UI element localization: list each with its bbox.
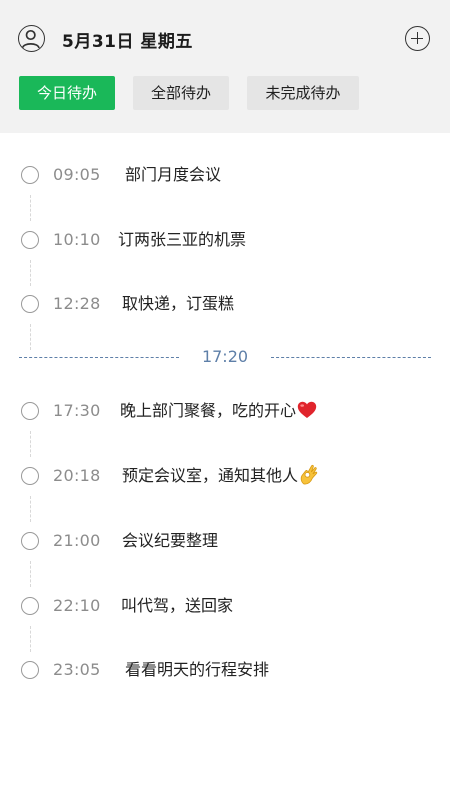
timeline-connector <box>29 561 31 587</box>
todo-text: 叫代驾，送回家 <box>121 596 234 615</box>
timeline-connector <box>29 260 31 286</box>
timeline-connector <box>29 324 31 350</box>
date-title: 5月31日 星期五 <box>62 32 193 52</box>
user-profile-icon[interactable] <box>18 25 45 52</box>
todo-text-wrap: 晚上部门聚餐，吃的开心 <box>120 391 317 431</box>
todo-checkbox[interactable] <box>21 402 39 420</box>
red-heart-icon <box>297 401 317 418</box>
todo-time: 21:00 <box>53 531 101 550</box>
todo-item[interactable]: 09:05 部门月度会议 <box>0 155 450 195</box>
todo-timeline: 09:05 部门月度会议 10:10 订两张三亚的机票 12:28 取快递，订蛋… <box>0 133 450 800</box>
todo-text: 订两张三亚的机票 <box>118 230 247 249</box>
todo-checkbox[interactable] <box>21 532 39 550</box>
todo-text: 取快递，订蛋糕 <box>122 294 235 313</box>
ok-hand-icon <box>300 464 318 485</box>
current-time-label: 17:20 <box>201 347 249 366</box>
todo-item[interactable]: 17:30 晚上部门聚餐，吃的开心 <box>0 391 450 431</box>
timeline-connector <box>29 431 31 457</box>
todo-time: 10:10 <box>53 230 101 249</box>
todo-item[interactable]: 12:28 取快递，订蛋糕 <box>0 284 450 324</box>
todo-item[interactable]: 22:10 叫代驾，送回家 <box>0 586 450 626</box>
todo-time: 09:05 <box>53 165 101 184</box>
current-time-divider-right <box>271 357 431 358</box>
todo-time: 17:30 <box>53 401 101 420</box>
todo-item[interactable]: 20:18 预定会议室，通知其他人 <box>0 456 450 496</box>
timeline-connector <box>29 496 31 522</box>
todo-time: 23:05 <box>53 660 101 679</box>
timeline-connector <box>29 195 31 221</box>
todo-checkbox[interactable] <box>21 231 39 249</box>
todo-item[interactable]: 10:10 订两张三亚的机票 <box>0 220 450 260</box>
todo-checkbox[interactable] <box>21 661 39 679</box>
todo-time: 20:18 <box>53 466 101 485</box>
todo-checkbox[interactable] <box>21 295 39 313</box>
tab-today-todos[interactable]: 今日待办 <box>19 76 115 110</box>
todo-text: 会议纪要整理 <box>122 531 219 550</box>
todo-text: 部门月度会议 <box>125 165 222 184</box>
timeline-connector <box>29 626 31 652</box>
tab-unfinished-todos[interactable]: 未完成待办 <box>247 76 359 110</box>
todo-item[interactable]: 21:00 会议纪要整理 <box>0 521 450 561</box>
header-bar: 5月31日 星期五 今日待办 全部待办 未完成待办 <box>0 0 450 133</box>
todo-text: 晚上部门聚餐，吃的开心 <box>120 401 297 420</box>
todo-checkbox[interactable] <box>21 467 39 485</box>
todo-text-wrap: 预定会议室，通知其他人 <box>122 456 319 496</box>
todo-text: 预定会议室，通知其他人 <box>122 466 299 485</box>
todo-checkbox[interactable] <box>21 166 39 184</box>
todo-text: 看看明天的行程安排 <box>125 660 270 679</box>
add-todo-plus-icon[interactable] <box>405 26 430 51</box>
current-time-divider-left <box>19 357 179 358</box>
todo-item[interactable]: 23:05 看看明天的行程安排 <box>0 650 450 690</box>
todo-time: 12:28 <box>53 294 101 313</box>
todo-time: 22:10 <box>53 596 101 615</box>
tab-all-todos[interactable]: 全部待办 <box>133 76 229 110</box>
todo-checkbox[interactable] <box>21 597 39 615</box>
